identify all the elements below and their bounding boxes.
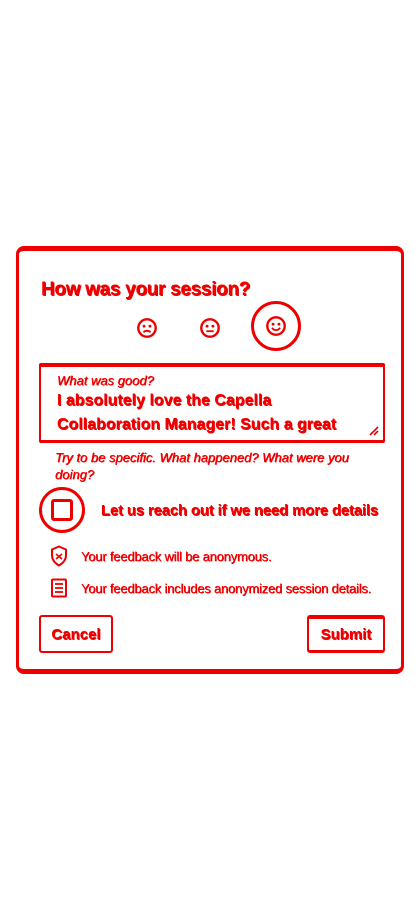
rating-neutral-button[interactable] [198,316,222,340]
feedback-hint: Try to be specific. What happened? What … [55,450,349,482]
resize-handle-icon[interactable] [367,424,379,436]
feedback-dialog: How was your session? What was good? I a… [16,246,404,674]
contact-checkbox-focus-ring[interactable] [39,487,85,533]
sad-face-icon [137,318,157,338]
contact-option[interactable]: Let us reach out if we need more details [39,487,379,533]
neutral-face-icon [200,318,220,338]
rating-group [19,301,401,351]
session-info-text: Your feedback includes anonymized sessio… [81,580,372,596]
contact-checkbox[interactable] [51,499,73,521]
submit-button[interactable]: Submit [307,615,385,653]
rating-sad-button[interactable] [135,316,159,340]
cancel-button[interactable]: Cancel [39,615,113,653]
document-list-icon [49,577,69,599]
contact-label[interactable]: Let us reach out if we need more details [101,502,378,519]
shield-icon [49,545,69,567]
rating-happy-button[interactable] [251,301,301,351]
dialog-title: How was your session? [41,279,251,300]
feedback-textarea[interactable]: What was good? I absolutely love the Cap… [39,363,385,443]
feedback-value[interactable]: I absolutely love the Capella Collaborat… [57,389,357,439]
feedback-label: What was good? [57,373,154,388]
happy-face-icon [266,316,286,336]
session-info: Your feedback includes anonymized sessio… [49,577,371,599]
anonymous-info-text: Your feedback will be anonymous. [81,548,272,564]
anonymous-info: Your feedback will be anonymous. [49,545,272,567]
